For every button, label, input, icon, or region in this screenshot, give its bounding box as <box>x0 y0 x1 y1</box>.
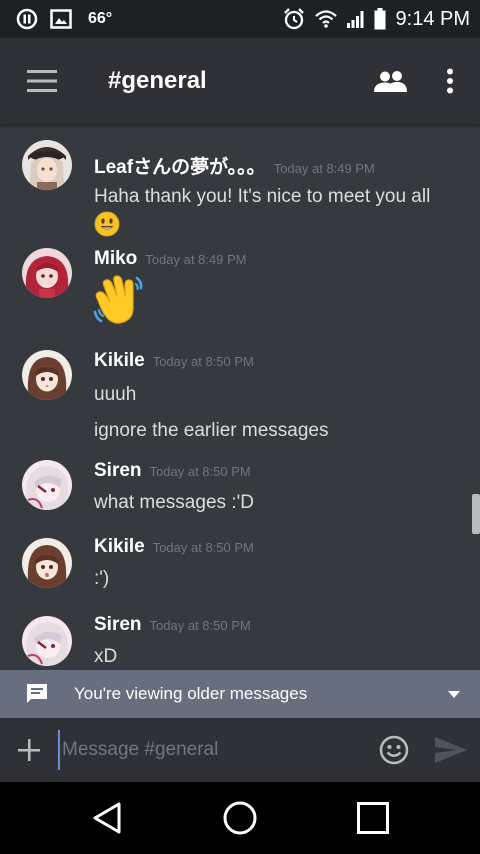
back-triangle-icon <box>93 802 121 834</box>
smiley-emoji-icon <box>94 211 120 242</box>
avatar[interactable] <box>22 616 72 666</box>
author-name[interactable]: Siren <box>94 614 142 635</box>
message-group: Siren Today at 8:50 PM what messages :'D <box>0 456 470 526</box>
message-author[interactable]: Leafさんの夢が。。。 Today at 8:49 PM <box>94 152 375 179</box>
message-group: Miko Today at 8:49 PM <box>0 244 470 334</box>
image-notification-icon <box>50 9 72 29</box>
home-circle-icon <box>223 801 257 835</box>
scrollbar-thumb[interactable] <box>472 494 480 534</box>
back-button[interactable] <box>67 782 147 854</box>
message-text: what messages :'D <box>94 492 254 513</box>
waving-hand-emoji-icon <box>92 274 146 331</box>
chevron-down-icon <box>448 690 460 698</box>
author-name[interactable]: Siren <box>94 460 142 481</box>
message-timestamp: Today at 8:50 PM <box>152 354 254 369</box>
jump-to-present-button[interactable] <box>428 690 480 698</box>
message-text: xD <box>94 646 118 667</box>
message-group: Kikile Today at 8:50 PM uuuh ignore the e… <box>0 346 470 446</box>
avatar[interactable] <box>22 350 72 400</box>
send-icon <box>435 737 467 763</box>
plus-icon <box>18 739 40 761</box>
message-text: ignore the earlier messages <box>94 420 329 441</box>
system-nav-bar <box>0 782 480 854</box>
channel-toolbar: #general <box>0 38 480 124</box>
author-name[interactable]: Leafさんの夢が。。。 <box>94 157 266 178</box>
message-author[interactable]: Siren Today at 8:50 PM <box>94 460 251 482</box>
status-bar: 66° 9:14 PM <box>0 0 480 38</box>
emoji-smile-icon <box>379 735 409 765</box>
add-attachment-button[interactable] <box>0 718 58 782</box>
message-timestamp: Today at 8:49 PM <box>145 252 247 267</box>
message-list[interactable]: Leafさんの夢が。。。 Today at 8:49 PM Haha thank … <box>0 124 480 670</box>
message-timestamp: Today at 8:50 PM <box>149 464 251 479</box>
message-input[interactable] <box>58 730 366 770</box>
channel-title: #general <box>108 67 207 94</box>
author-name[interactable]: Kikile <box>94 350 145 371</box>
battery-icon <box>374 8 386 30</box>
more-vertical-icon <box>447 68 453 94</box>
avatar[interactable] <box>22 460 72 510</box>
menu-button[interactable] <box>0 38 84 124</box>
older-messages-banner[interactable]: You're viewing older messages <box>0 670 480 718</box>
message-timestamp: Today at 8:50 PM <box>152 540 254 555</box>
message-author[interactable]: Kikile Today at 8:50 PM <box>94 350 254 372</box>
chat-bubble-icon <box>0 682 74 706</box>
alarm-icon <box>282 7 306 31</box>
message-text: Haha thank you! It's nice to meet you al… <box>94 186 431 207</box>
avatar[interactable] <box>22 538 72 588</box>
members-icon <box>374 71 407 92</box>
send-button[interactable] <box>422 718 480 782</box>
members-button[interactable] <box>362 38 420 124</box>
avatar[interactable] <box>22 248 72 298</box>
emoji-picker-button[interactable] <box>366 718 422 782</box>
hamburger-menu-icon <box>27 70 57 92</box>
older-messages-text: You're viewing older messages <box>74 684 308 703</box>
avatar[interactable] <box>22 140 72 190</box>
message-group: Siren Today at 8:50 PM xD <box>0 612 470 670</box>
media-pause-notification-icon <box>16 8 38 30</box>
message-timestamp: Today at 8:50 PM <box>149 618 251 633</box>
message-group: Leafさんの夢が。。。 Today at 8:49 PM Haha thank … <box>0 136 470 237</box>
home-button[interactable] <box>200 782 280 854</box>
more-options-button[interactable] <box>420 38 480 124</box>
signal-strength-icon <box>346 9 366 29</box>
wifi-icon <box>314 9 338 29</box>
author-name[interactable]: Kikile <box>94 536 145 557</box>
recents-square-icon <box>357 802 390 834</box>
message-group: Kikile Today at 8:50 PM :') <box>0 534 470 604</box>
message-author[interactable]: Miko Today at 8:49 PM <box>94 248 246 270</box>
clock: 9:14 PM <box>395 7 470 30</box>
message-text: uuuh <box>94 384 137 405</box>
author-name[interactable]: Miko <box>94 248 137 269</box>
temperature-readout: 66° <box>88 10 113 27</box>
message-composer <box>0 718 480 782</box>
message-author[interactable]: Kikile Today at 8:50 PM <box>94 536 254 558</box>
message-text: :') <box>94 568 110 589</box>
recents-button[interactable] <box>333 782 413 854</box>
message-author[interactable]: Siren Today at 8:50 PM <box>94 614 251 636</box>
message-timestamp: Today at 8:49 PM <box>273 161 375 176</box>
